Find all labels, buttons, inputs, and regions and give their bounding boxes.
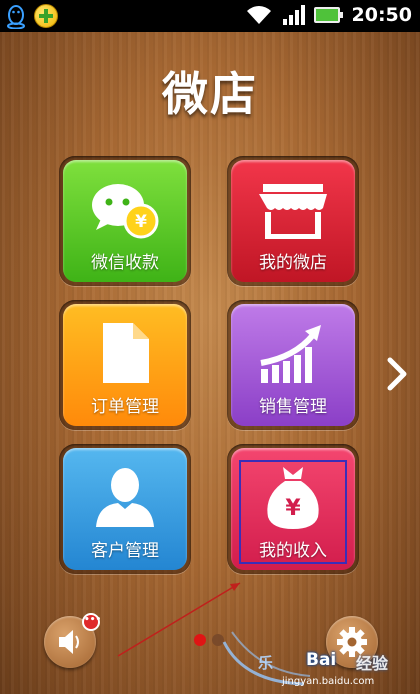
notification-badge: ••• bbox=[82, 613, 101, 631]
sound-button[interactable]: ••• bbox=[44, 613, 101, 668]
phone-screen: 20:50 微店 ¥ 微信收款 我的微店 订单管理 销售管理 客户管理 ¥ 我的… bbox=[0, 0, 420, 694]
watermark-brand: Bai bbox=[306, 650, 337, 670]
watermark-prefix: 乐 bbox=[258, 654, 274, 672]
page-indicator-active bbox=[194, 634, 206, 646]
watermark-url: jingyan.baidu.com bbox=[282, 676, 375, 687]
annotation-arrow bbox=[117, 582, 241, 657]
watermark-text: 经验 bbox=[355, 654, 388, 673]
